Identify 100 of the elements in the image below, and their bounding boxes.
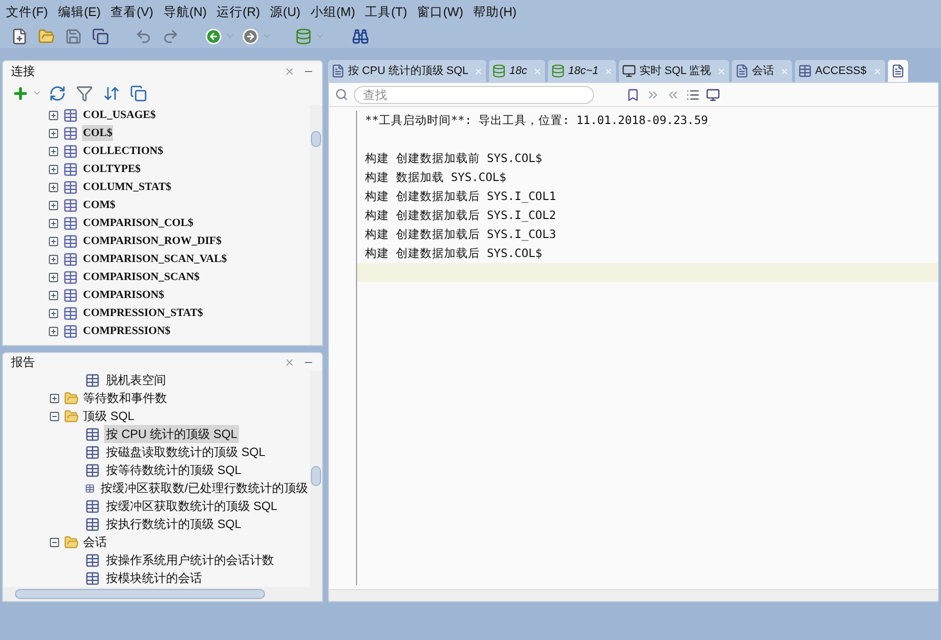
- log-line: 构建 创建数据加载前 SYS.COL$: [365, 150, 542, 167]
- editor-tab[interactable]: ACCESS$: [795, 60, 885, 82]
- menu-item[interactable]: 窗口(W): [415, 2, 466, 22]
- tree-item[interactable]: 按等待数统计的顶级 SQL: [104, 461, 244, 479]
- tree-item[interactable]: 按磁盘读取数统计的顶级 SQL: [104, 443, 268, 461]
- menu-item[interactable]: 查看(V): [108, 2, 156, 22]
- tree-item[interactable]: COMPARISON_ROW_DIF$: [82, 232, 223, 250]
- expand-icon[interactable]: [48, 236, 59, 246]
- monitor-icon[interactable]: [706, 88, 720, 102]
- menu-item[interactable]: 小组(M): [308, 2, 358, 22]
- close-icon[interactable]: [284, 66, 295, 76]
- menu-item[interactable]: 工具(T): [363, 2, 410, 22]
- add-icon[interactable]: [12, 84, 29, 102]
- table-icon: [63, 288, 78, 302]
- table-icon: [63, 306, 78, 320]
- menu-item[interactable]: 源(U): [268, 2, 302, 22]
- tree-folder-label[interactable]: 等待数和事件数: [83, 389, 167, 407]
- expand-icon[interactable]: [48, 308, 59, 318]
- tree-item[interactable]: COLUMN_STAT$: [82, 178, 172, 196]
- table-icon: [63, 198, 78, 212]
- expand-icon[interactable]: [48, 110, 59, 120]
- panel-title: 连接: [11, 63, 35, 80]
- copy-icon[interactable]: [130, 84, 147, 102]
- database-icon: [551, 64, 566, 78]
- sql-database-icon[interactable]: [295, 28, 312, 44]
- table-icon: [63, 216, 78, 230]
- expand-icon[interactable]: [48, 200, 59, 210]
- bookmark-icon[interactable]: [626, 88, 640, 102]
- tree-item[interactable]: 按模块统计的会话: [104, 569, 204, 587]
- table-icon: [63, 144, 78, 158]
- search-icon[interactable]: [335, 88, 348, 101]
- panel-title: 报告: [11, 354, 35, 371]
- editor-tab[interactable]: 会话: [732, 60, 792, 82]
- database-icon: [492, 64, 506, 78]
- log-line: 构建 创建数据加载后 SYS.I_COL1: [365, 188, 556, 205]
- tree-item[interactable]: COMPRESSION$: [82, 322, 172, 340]
- sort-icon[interactable]: [103, 84, 120, 102]
- editor-tab[interactable]: 按 CPU 统计的顶级 SQL: [328, 60, 486, 82]
- collapse-icon[interactable]: [49, 410, 60, 422]
- table-icon: [63, 108, 78, 122]
- tree-item[interactable]: COLTYPE$: [82, 160, 142, 178]
- tree-item[interactable]: 按操作系统用户统计的会话计数: [104, 551, 276, 569]
- filter-icon[interactable]: [76, 84, 93, 102]
- expand-icon[interactable]: [48, 272, 59, 282]
- scrollbar[interactable]: [310, 105, 322, 345]
- editor-tab[interactable]: 18c: [489, 60, 546, 82]
- scrollbar[interactable]: [310, 371, 322, 587]
- menu-item[interactable]: 编辑(E): [56, 2, 103, 22]
- expand-icon[interactable]: [48, 290, 59, 300]
- tree-item[interactable]: 按缓冲区获取数统计的顶级 SQL: [104, 497, 280, 515]
- new-file-icon[interactable]: [11, 28, 28, 44]
- tree-item[interactable]: COL_USAGE$: [82, 106, 157, 124]
- tree-item[interactable]: COMPARISON$: [82, 286, 166, 304]
- forward-icon[interactable]: [242, 28, 259, 44]
- refresh-icon[interactable]: [49, 84, 66, 102]
- tree-item[interactable]: 按 CPU 统计的顶级 SQL: [104, 425, 240, 443]
- menu-item[interactable]: 导航(N): [161, 2, 209, 22]
- tree-item[interactable]: COL$: [82, 124, 114, 142]
- redo-icon[interactable]: [162, 28, 179, 44]
- table-icon: [798, 64, 812, 78]
- tree-item[interactable]: 脱机表空间: [104, 371, 168, 389]
- expand-icon[interactable]: [48, 146, 59, 156]
- tree-item[interactable]: COMPARISON_SCAN$: [82, 268, 201, 286]
- editor-tab[interactable]: [888, 60, 908, 82]
- editor-tab[interactable]: 18c~1: [548, 60, 616, 82]
- close-icon[interactable]: [284, 356, 295, 368]
- binoculars-icon[interactable]: [352, 28, 369, 44]
- menu-item[interactable]: 文件(F): [4, 2, 50, 22]
- tree-item[interactable]: COM$: [82, 196, 116, 214]
- expand-icon[interactable]: [48, 128, 59, 138]
- menu-item[interactable]: 帮助(H): [471, 2, 519, 22]
- tree-item[interactable]: 按执行数统计的顶级 SQL: [104, 515, 244, 533]
- tree-folder-label[interactable]: 顶级 SQL: [83, 407, 134, 425]
- search-field[interactable]: 查找: [354, 86, 594, 104]
- list-icon[interactable]: [686, 88, 700, 102]
- tree-item[interactable]: COMPRESSION_STAT$: [82, 304, 204, 322]
- expand-icon[interactable]: [49, 392, 60, 404]
- table-icon: [63, 180, 78, 194]
- expand-icon[interactable]: [48, 182, 59, 192]
- tree-item[interactable]: COLLECTION$: [82, 142, 164, 160]
- back-icon[interactable]: [205, 28, 222, 44]
- tree-item[interactable]: COMPARISON_COL$: [82, 214, 194, 232]
- expand-icon[interactable]: [48, 164, 59, 174]
- collapse-icon[interactable]: [49, 536, 60, 548]
- tree-folder-label[interactable]: 会话: [83, 533, 107, 551]
- expand-icon[interactable]: [48, 218, 59, 228]
- expand-icon[interactable]: [48, 326, 59, 336]
- menu-item[interactable]: 运行(R): [214, 2, 262, 22]
- horizontal-scrollbar[interactable]: [3, 587, 322, 601]
- editor-tab[interactable]: 实时 SQL 监视: [619, 60, 730, 82]
- tree-item[interactable]: COMPARISON_SCAN_VAL$: [82, 250, 228, 268]
- undo-icon[interactable]: [135, 28, 152, 44]
- expand-icon[interactable]: [48, 254, 59, 264]
- log-line: **工具启动时间**: 导出工具，位置: 11.01.2018-09.23.59: [365, 112, 708, 129]
- table-icon: [63, 234, 78, 248]
- tree-item[interactable]: 按缓冲区获取数/已处理行数统计的顶级: [98, 479, 310, 497]
- save-icon[interactable]: [65, 28, 82, 44]
- horizontal-scrollbar[interactable]: [329, 589, 938, 601]
- log-line: 构建 创建数据加载后 SYS.I_COL2: [365, 206, 556, 224]
- table-icon: [63, 324, 78, 338]
